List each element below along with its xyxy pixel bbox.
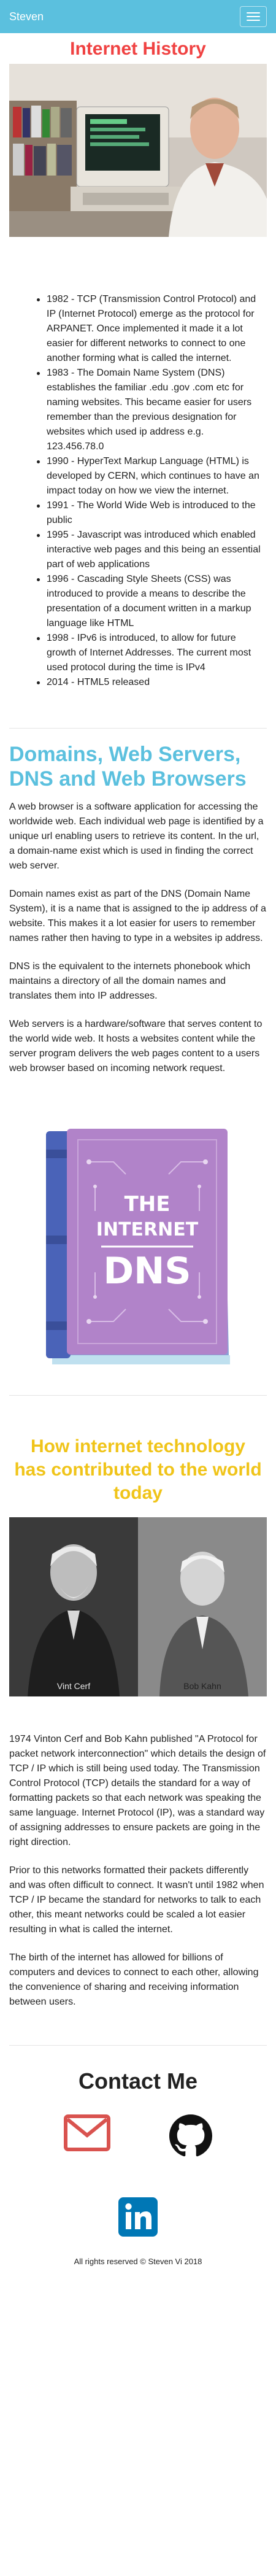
linkedin-icon[interactable] [118, 2197, 158, 2240]
section-divider [9, 728, 267, 729]
timeline-item: 1983 - The Domain Name System (DNS) esta… [37, 366, 263, 454]
domains-paragraph: Domain names exist as part of the DNS (D… [9, 889, 266, 943]
contact-icons [0, 2114, 276, 2160]
domains-paragraph: Web servers is a hardware/software that … [9, 1019, 263, 1073]
timeline-item: 1995 - Javascript was introduced which e… [37, 528, 263, 572]
timeline-item: 1996 - Cascading Style Sheets (CSS) was … [37, 572, 263, 631]
book-line-2: INTERNET [96, 1219, 199, 1240]
timeline-item: 1991 - The World Wide Web is introduced … [37, 498, 263, 528]
domains-title: Domains, Web Servers, DNS and Web Browse… [9, 743, 247, 791]
timeline-item: 1998 - IPv6 is introduced, to allow for … [37, 631, 263, 675]
history-timeline: 1982 - TCP (Transmission Control Protoco… [37, 292, 263, 690]
linkedin-row [0, 2197, 276, 2240]
mail-icon[interactable] [64, 2114, 110, 2160]
cerf-kahn-photo: Vint Cerf Bob Kahn [9, 1517, 267, 1696]
timeline-item: 2014 - HTML5 released [37, 675, 263, 690]
book-line-3: DNS [103, 1250, 191, 1293]
contribution-section: How internet technology has contributed … [0, 1435, 276, 2009]
domains-paragraph: A web browser is a software application … [9, 802, 264, 871]
contribution-title: How internet technology has contributed … [14, 1436, 262, 1503]
footer-copyright: All rights reserved © Steven Vi 2018 [74, 2257, 202, 2266]
book-line-1: THE [125, 1192, 171, 1216]
contribution-paragraph: Prior to this networks formatted their p… [9, 1865, 264, 1935]
contribution-paragraph: The birth of the internet has allowed fo… [9, 1952, 259, 2007]
contact-section: Contact Me All rights reserved © Steven … [0, 2068, 276, 2266]
history-section: Internet History 1982 - TCP (Transmissio… [0, 38, 276, 690]
photo-caption-kahn: Bob Kahn [183, 1681, 221, 1691]
history-title: Internet History [70, 39, 206, 59]
berners-lee-photo [9, 64, 267, 237]
dns-book-illustration: THE INTERNET DNS [46, 1129, 230, 1364]
contact-title: Contact Me [78, 2068, 197, 2094]
timeline-item: 1982 - TCP (Transmission Control Protoco… [37, 292, 263, 366]
timeline-item: 1990 - HyperText Markup Language (HTML) … [37, 454, 263, 498]
hamburger-menu-icon[interactable] [240, 6, 267, 27]
contribution-paragraph: 1974 Vinton Cerf and Bob Kahn published … [9, 1734, 266, 1847]
domains-section: Domains, Web Servers, DNS and Web Browse… [0, 742, 276, 1371]
domains-paragraph: DNS is the equivalent to the internets p… [9, 961, 251, 1001]
github-icon[interactable] [169, 2114, 212, 2160]
section-divider [9, 2045, 267, 2046]
brand-link[interactable]: Steven [9, 10, 44, 23]
section-divider [9, 1395, 267, 1396]
navbar: Steven [0, 0, 276, 33]
photo-caption-cerf: Vint Cerf [57, 1681, 90, 1691]
